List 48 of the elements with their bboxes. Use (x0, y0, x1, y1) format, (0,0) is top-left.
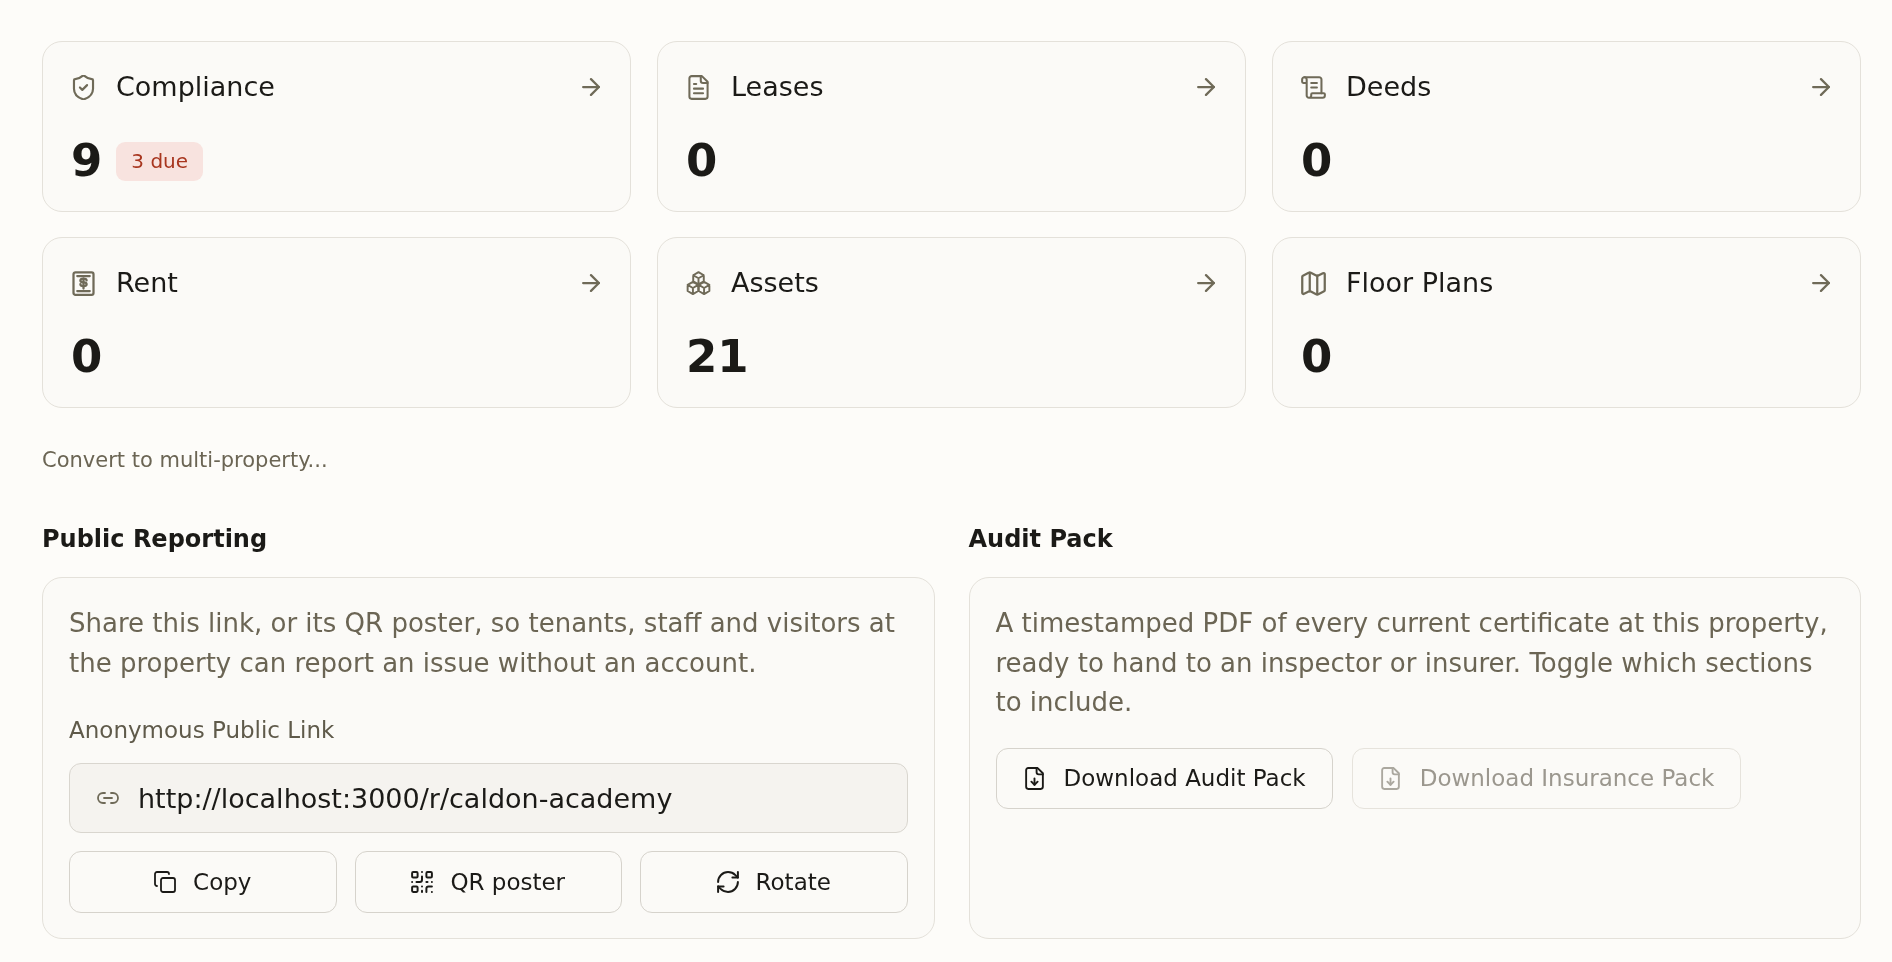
section-heading: Audit Pack (968, 524, 1114, 555)
file-download-icon (1380, 766, 1400, 790)
stat-card[interactable]: Floor Plans 0 (1272, 237, 1861, 408)
copy-button[interactable]: Copy (69, 851, 337, 913)
stat-card[interactable]: Compliance 9 3 due (42, 41, 631, 212)
arrow-right-icon (1812, 78, 1830, 96)
dollar-receipt-icon (71, 270, 96, 296)
arrow-right-icon (582, 78, 600, 96)
qr-code-icon (411, 871, 434, 893)
description-text: A timestamped PDF of every current certificate at this property, ready to hand to an inspector or insurer. Toggle which sections to include. (995, 607, 1829, 719)
qr-poster-button[interactable]: QR poster (354, 851, 622, 913)
arrow-right-icon (582, 274, 600, 292)
convert-link[interactable]: Convert to multi-property... (42, 447, 328, 473)
count-value: 21 (686, 331, 749, 383)
description-text: Share this link, or its QR poster, so tenants, staff and visitors at the property can report an issue without an account. (69, 607, 896, 680)
refresh-icon (716, 871, 739, 893)
field-label: Anonymous Public Link (69, 717, 336, 743)
card-title: Floor Plans (1346, 266, 1494, 300)
document-icon (686, 74, 711, 100)
shield-check-icon (71, 74, 96, 100)
count-value: 0 (1301, 331, 1333, 383)
arrow-right-icon (1812, 274, 1830, 292)
card-title: Compliance (116, 70, 275, 104)
count-value: 9 (71, 135, 103, 187)
arrow-right-icon (1197, 274, 1215, 292)
cubes-icon (686, 270, 711, 296)
card-title: Leases (731, 70, 824, 104)
stat-card[interactable]: Assets 21 (657, 237, 1246, 408)
map-icon (1301, 270, 1326, 296)
card-title: Rent (116, 266, 178, 300)
stat-card[interactable]: Leases 0 (657, 41, 1246, 212)
link-icon (97, 792, 119, 804)
card-title: Deeds (1346, 70, 1432, 104)
section-heading: Public Reporting (42, 524, 269, 555)
count-value: 0 (1301, 135, 1333, 187)
due-badge: 3 due (116, 141, 204, 181)
copy-icon (154, 871, 177, 893)
stat-card[interactable]: Rent 0 (42, 237, 631, 408)
rotate-button[interactable]: Rotate (640, 851, 908, 913)
link-field[interactable]: http://localhost:3000/r/caldon-academy (69, 763, 908, 833)
count-value: 0 (686, 135, 718, 187)
stat-card[interactable]: Deeds 0 (1272, 41, 1861, 212)
scroll-icon (1301, 74, 1326, 100)
card-title: Assets (731, 266, 819, 300)
file-download-icon (1024, 766, 1044, 790)
arrow-right-icon (1197, 78, 1215, 96)
count-value: 0 (71, 331, 103, 383)
download-button[interactable]: Download Audit Pack (995, 747, 1333, 809)
